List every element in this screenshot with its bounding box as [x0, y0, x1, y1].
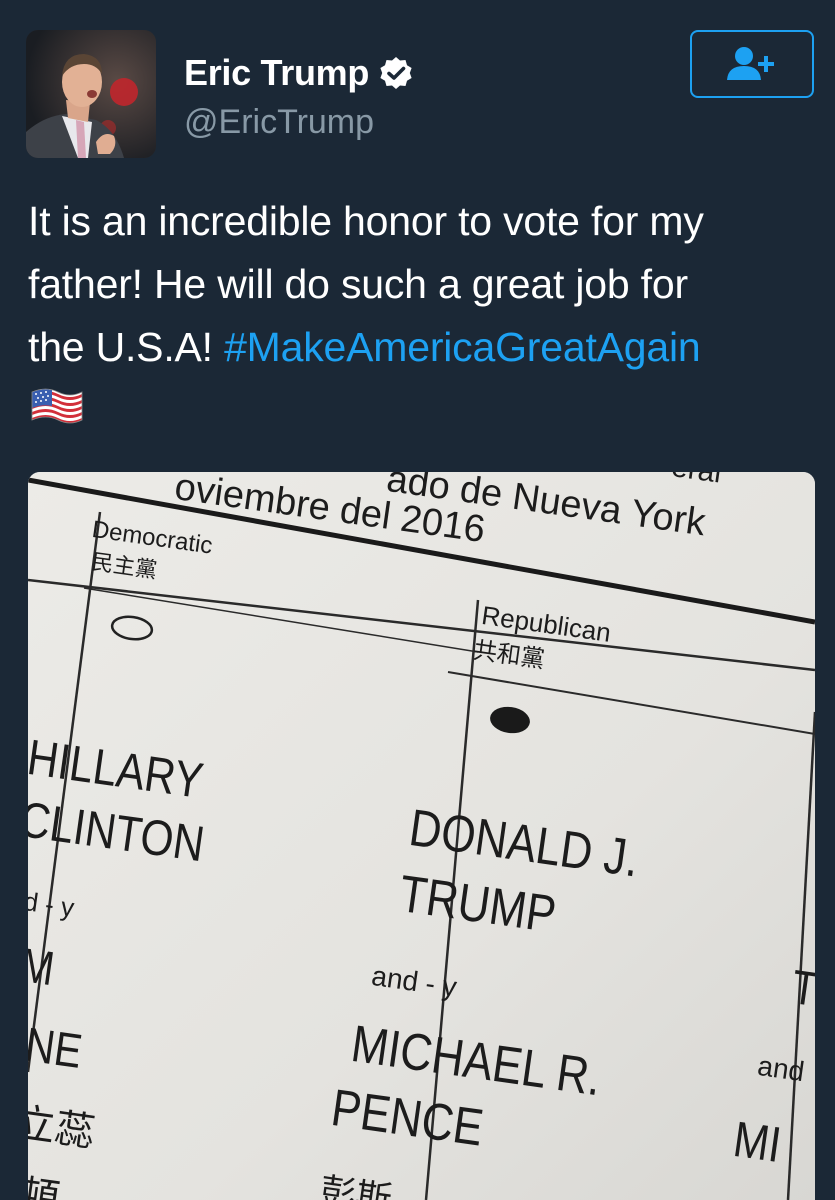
tweet-media-photo[interactable]: ado de Nueva York oviembre del 2016 eral… — [28, 472, 815, 1200]
ballot-candidate-name: MI — [730, 1110, 785, 1174]
author-name-row: Eric Trump — [184, 50, 413, 96]
tweet-text-line: father! He will do such a great job for — [28, 261, 688, 307]
tweet-emoji-line — [28, 379, 818, 448]
tweet-text-segment: the U.S.A! — [28, 324, 225, 370]
ballot-candidate-label: d - y — [28, 886, 77, 923]
ballot-candidate-label: and — [755, 1050, 807, 1088]
add-user-icon — [727, 47, 774, 80]
ballot-candidate-cn: 頓 — [28, 1172, 63, 1200]
tweet-text: It is an incredible honor to vote for my… — [28, 190, 818, 448]
flag-us-icon — [28, 385, 84, 448]
ballot-candidate-name: INE — [28, 1016, 86, 1079]
follow-button[interactable] — [690, 30, 814, 98]
tweet-text-line: It is an incredible honor to vote for my — [28, 198, 704, 244]
avatar[interactable] — [26, 30, 156, 158]
tweet-card: Eric Trump @EricTrump It is an incredibl… — [0, 0, 835, 1200]
ballot-candidate-cn: 立蕊 — [28, 1100, 98, 1156]
display-name[interactable]: Eric Trump — [184, 52, 369, 94]
hashtag-link[interactable]: #MakeAmericaGreatAgain — [224, 324, 701, 370]
verified-badge-icon — [379, 56, 413, 90]
author-handle[interactable]: @EricTrump — [184, 103, 374, 142]
profile-photo-icon — [26, 30, 156, 158]
tweet-text-line: the U.S.A! #MakeAmericaGreatAgain — [28, 316, 818, 379]
